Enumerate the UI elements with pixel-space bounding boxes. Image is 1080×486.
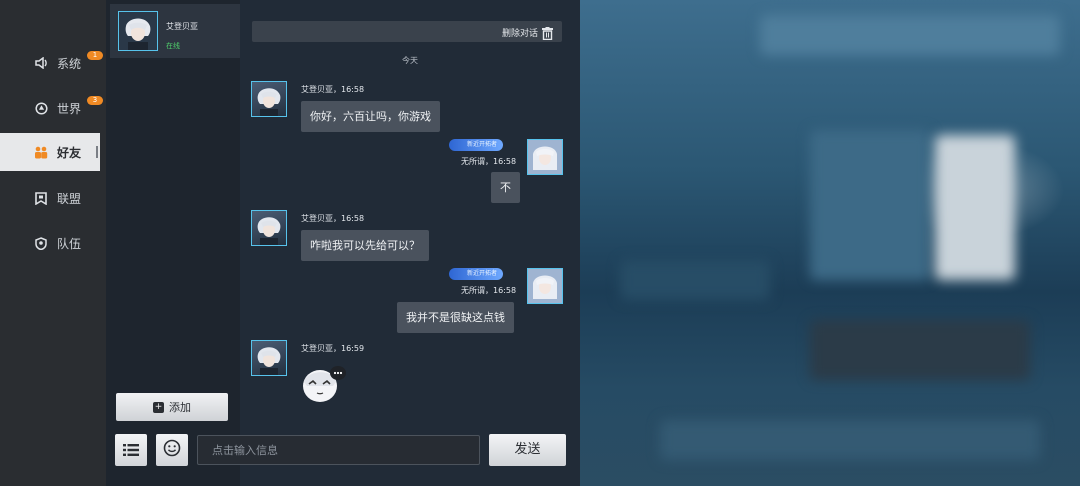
chibi-sticker[interactable] <box>301 362 347 404</box>
friend-online-status: 在线 <box>166 42 180 50</box>
smiley-icon <box>163 439 181 461</box>
friend-list-item[interactable]: 艾登贝亚 在线 <box>110 4 240 58</box>
message-bubble: 不 <box>491 172 520 203</box>
sender-avatar[interactable] <box>251 81 287 117</box>
self-avatar[interactable] <box>527 268 563 304</box>
message-bubble: 你好，六百让吗，你游戏 <box>301 101 440 132</box>
emoji-button[interactable] <box>156 434 188 466</box>
sidebar-item-label: 联盟 <box>57 191 82 206</box>
sidebar-item-label: 队伍 <box>57 236 82 251</box>
message-input-field[interactable] <box>197 435 480 465</box>
chat-panel: 删除对话 今天 艾登贝亚，16:58 你好，六百让吗，你游戏 新近开拓者 无所谓… <box>115 0 580 486</box>
message-meta: 艾登贝亚，16:58 <box>301 214 365 223</box>
message-meta: 无所谓，16:58 <box>461 286 517 295</box>
speaker-icon <box>34 56 48 70</box>
friends-icon <box>34 145 48 159</box>
plus-icon: + <box>153 401 164 413</box>
add-friend-label: 添加 <box>169 401 191 414</box>
message-input[interactable] <box>198 436 479 464</box>
message-meta: 艾登贝亚，16:59 <box>301 344 365 353</box>
player-title-badge: 新近开拓者 <box>449 139 504 151</box>
message-bubble: 咋啦我可以先给可以？ <box>301 230 429 261</box>
sender-avatar[interactable] <box>251 210 287 246</box>
sidebar-item-world[interactable]: 世界 <box>0 89 100 127</box>
friend-avatar <box>118 11 158 51</box>
message-bubble: 我并不是很缺这点钱 <box>397 302 514 333</box>
sidebar-item-label: 系统 <box>57 56 82 71</box>
team-shield-icon <box>34 236 48 250</box>
send-button[interactable]: 发送 <box>489 434 566 466</box>
sidebar-item-label: 好友 <box>57 145 82 160</box>
add-friend-button[interactable]: + 添加 <box>116 393 228 421</box>
sidebar-item-label: 世界 <box>57 101 82 116</box>
banner-icon <box>34 191 48 205</box>
self-avatar[interactable] <box>527 139 563 175</box>
menu-list-button[interactable] <box>115 434 147 466</box>
sidebar-item-friends[interactable]: 好友 <box>0 133 100 171</box>
trash-icon[interactable] <box>542 25 553 41</box>
blurred-game-background <box>580 0 1080 486</box>
chat-header-bar: 删除对话 <box>252 21 562 42</box>
sidebar-item-team[interactable]: 队伍 <box>0 224 100 262</box>
friend-name: 艾登贝亚 <box>166 22 198 31</box>
sidebar-item-system[interactable]: 系统 <box>0 44 100 82</box>
player-title-badge: 新近开拓者 <box>449 268 504 280</box>
category-sidebar: 系统 1 世界 3 好友 联盟 队伍 <box>0 0 106 486</box>
globe-icon <box>34 101 48 115</box>
message-meta: 无所谓，16:58 <box>461 157 517 166</box>
sender-avatar[interactable] <box>251 340 287 376</box>
friends-list-panel: 艾登贝亚 在线 + 添加 <box>106 0 240 486</box>
system-unread-badge: 1 <box>87 51 103 60</box>
world-unread-badge: 3 <box>87 96 103 105</box>
message-meta: 艾登贝亚，16:58 <box>301 85 365 94</box>
date-separator: 今天 <box>402 56 418 65</box>
delete-conversation-button[interactable]: 删除对话 <box>502 26 538 39</box>
sidebar-item-alliance[interactable]: 联盟 <box>0 179 100 217</box>
list-icon <box>123 441 139 460</box>
